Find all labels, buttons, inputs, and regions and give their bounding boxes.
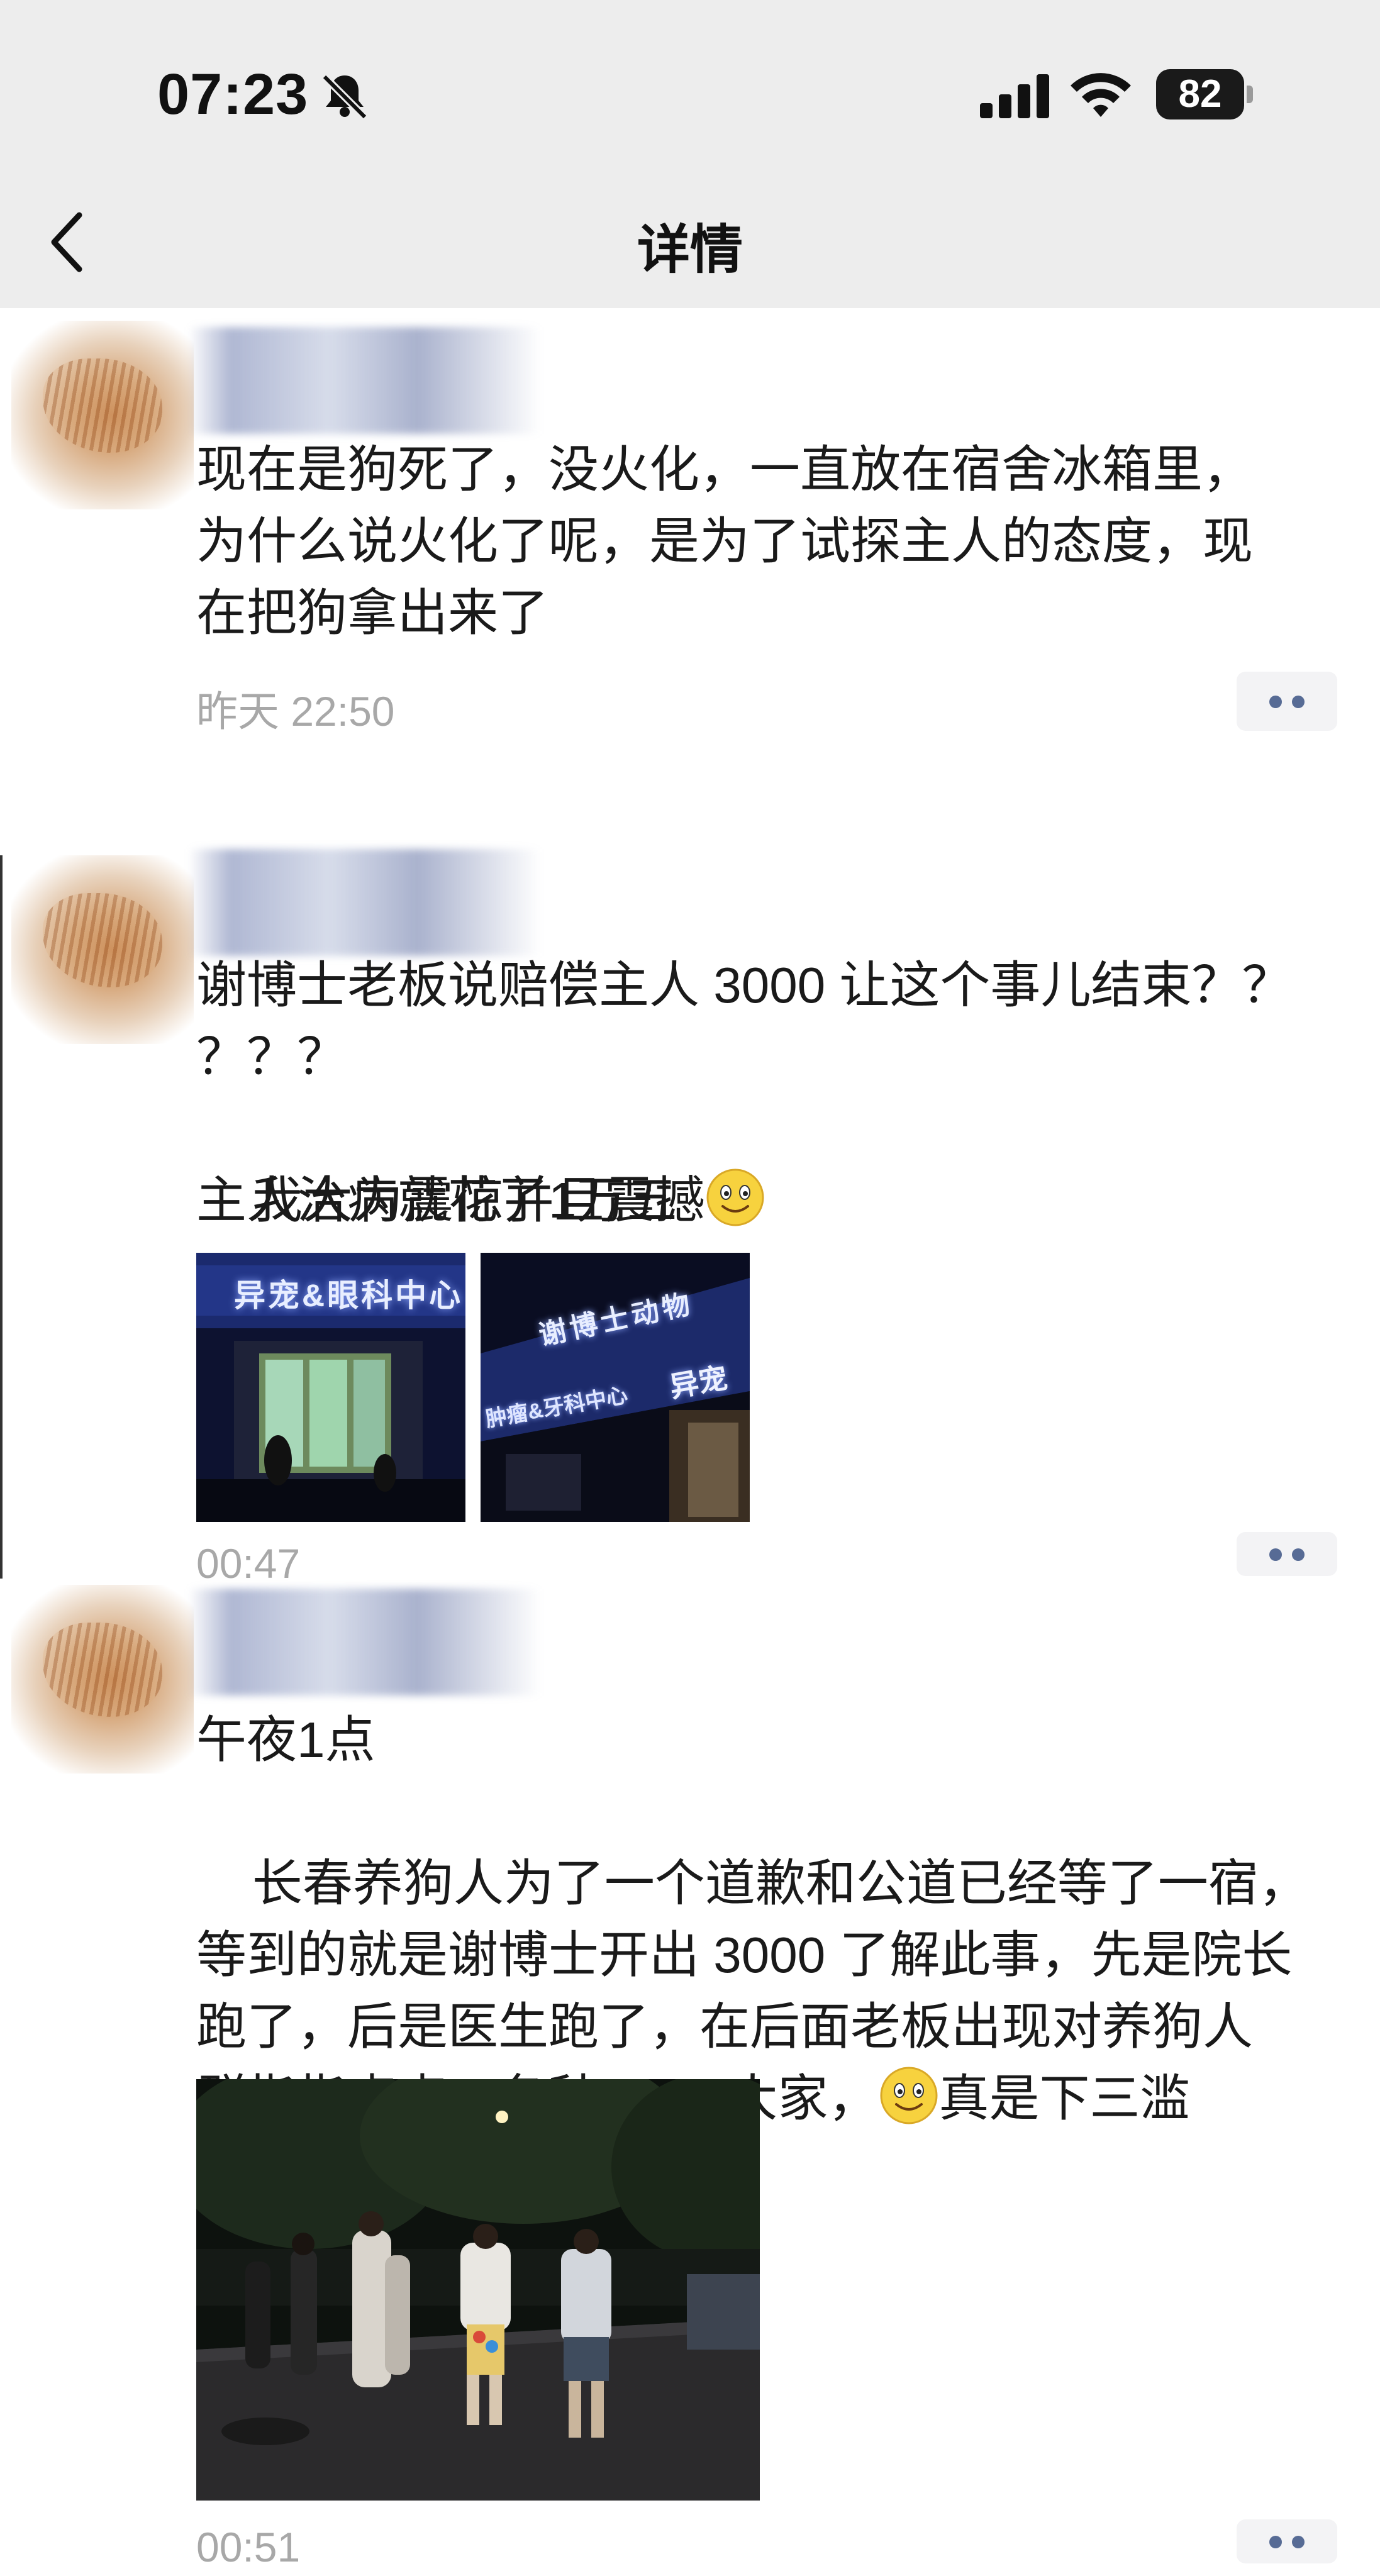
status-time: 07:23 xyxy=(157,62,309,126)
night-street-photo xyxy=(196,2079,760,2501)
post-timestamp: 00:51 xyxy=(196,2524,301,2570)
post-text-line: 午夜1点 xyxy=(196,1712,376,1768)
top-bar: 07:23 82 详情 xyxy=(0,0,1380,308)
cellular-signal-icon xyxy=(980,74,1049,118)
post-2: 谢博士老板说赔偿主人 3000 让这个事儿结束？？ ？？？ 我大为震惊并且震撼 … xyxy=(0,843,1380,1587)
post-text: 谢博士老板说赔偿主人 3000 让这个事儿结束？？ ？？？ xyxy=(196,957,1293,1085)
bell-slash-icon xyxy=(321,74,368,120)
post-3: 午夜1点 长春养狗人为了一个道歉和公道已经等了一宿， 等到的就是谢博士开出 30… xyxy=(0,1585,1380,2576)
post-image[interactable]: 异宠&眼科中心 xyxy=(196,1253,465,1522)
post-timestamp: 昨天 22:50 xyxy=(196,688,395,735)
page-title: 详情 xyxy=(637,220,743,279)
blurred-username xyxy=(189,327,541,434)
avatar[interactable] xyxy=(11,1585,194,1774)
avatar[interactable] xyxy=(11,321,194,509)
more-dots-icon[interactable] xyxy=(1237,2519,1337,2563)
post-text: 现在是狗死了，没火化，一直放在宿舍冰箱里， 为什么说火化了呢，是为了试探主人的态… xyxy=(196,441,1253,641)
post-image[interactable] xyxy=(196,2079,760,2501)
post-text-line: 主人治病就花了1万五 xyxy=(196,1172,677,1228)
wifi-icon xyxy=(1071,73,1131,117)
post-timestamp: 00:47 xyxy=(196,1540,301,1587)
post-1: 现在是狗死了，没火化，一直放在宿舍冰箱里， 为什么说火化了呢，是为了试探主人的态… xyxy=(0,308,1380,786)
battery-level: 82 xyxy=(1178,72,1222,116)
avatar[interactable] xyxy=(11,855,194,1044)
blurred-username xyxy=(189,1589,541,1696)
more-dots-icon[interactable] xyxy=(1237,1532,1337,1576)
battery-indicator: 82 xyxy=(1156,69,1253,119)
post-image[interactable]: 谢博士动物 异宠 肿瘤&牙科中心 xyxy=(481,1253,750,1522)
blurred-username xyxy=(189,849,541,956)
more-dots-icon[interactable] xyxy=(1237,672,1337,731)
smile-emoji-icon xyxy=(880,2067,938,2124)
sign-text: 异宠&眼科中心 xyxy=(234,1278,464,1313)
